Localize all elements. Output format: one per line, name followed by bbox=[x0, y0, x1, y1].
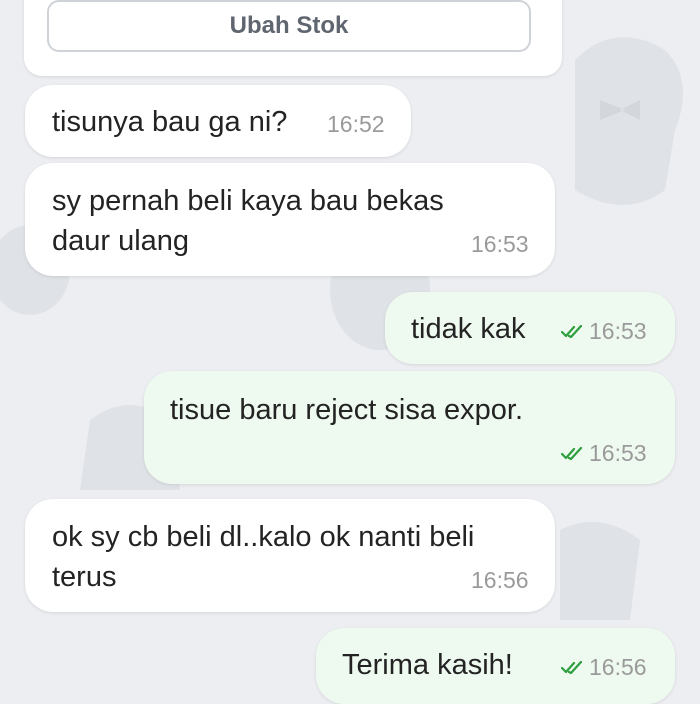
incoming-message: sy pernah beli kaya bau bekas daur ulang… bbox=[25, 163, 555, 276]
message-time: 16:53 bbox=[589, 318, 647, 344]
change-stock-button[interactable]: Ubah Stok bbox=[47, 0, 531, 52]
message-time: 16:56 bbox=[471, 567, 529, 593]
outgoing-message: tidak kak 16:53 bbox=[385, 292, 675, 364]
double-check-icon bbox=[561, 660, 583, 675]
double-check-icon bbox=[561, 446, 583, 461]
message-text-line: ok sy cb beli dl..kalo ok nanti beli bbox=[52, 521, 475, 553]
message-meta: 16:53 bbox=[561, 440, 647, 467]
outgoing-message: Terima kasih! 16:56 bbox=[316, 628, 675, 704]
message-meta: 16:56 bbox=[561, 654, 647, 681]
message-text: tisunya bau ga ni? bbox=[52, 106, 288, 138]
outgoing-message: tisue baru reject sisa expor. 16:53 bbox=[144, 371, 675, 484]
message-time: 16:52 bbox=[327, 111, 385, 137]
message-text-line: daur ulang bbox=[52, 225, 190, 257]
message-time: 16:53 bbox=[589, 440, 647, 466]
message-text: tisue baru reject sisa expor. bbox=[170, 394, 524, 426]
message-time: 16:56 bbox=[589, 654, 647, 680]
message-text-line: terus bbox=[52, 561, 117, 593]
message-text-line: sy pernah beli kaya bau bekas bbox=[52, 185, 444, 217]
double-check-icon bbox=[561, 324, 583, 339]
incoming-message: tisunya bau ga ni? 16:52 bbox=[25, 85, 411, 157]
message-text: Terima kasih! bbox=[342, 649, 513, 681]
product-card: Ubah Stok bbox=[24, 0, 562, 76]
incoming-message: ok sy cb beli dl..kalo ok nanti beli ter… bbox=[25, 499, 555, 612]
message-text: tidak kak bbox=[411, 313, 526, 345]
message-meta: 16:53 bbox=[561, 318, 647, 345]
message-time: 16:53 bbox=[471, 231, 529, 257]
